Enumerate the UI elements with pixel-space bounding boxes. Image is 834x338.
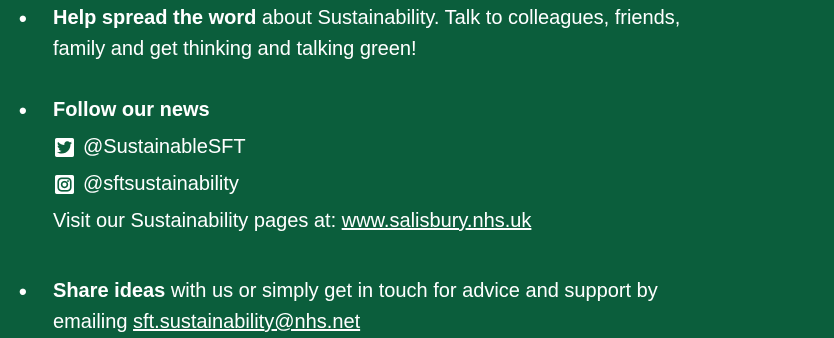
- follow-news-heading: Follow our news: [53, 99, 210, 121]
- spread-word-text: about Sustainability. Talk to colleagues…: [256, 7, 681, 29]
- instagram-icon[interactable]: [55, 175, 74, 194]
- share-ideas-line-1: Share ideas with us or simply get in tou…: [53, 276, 826, 307]
- spread-word-line-1: Help spread the word about Sustainabilit…: [53, 3, 826, 34]
- emailing-text: emailing: [53, 311, 134, 333]
- instagram-handle[interactable]: @sftsustainability: [83, 166, 239, 203]
- list-item-content: Follow our news @SustainableSFT @sftsust…: [53, 95, 826, 237]
- twitter-icon[interactable]: [55, 138, 74, 157]
- twitter-row[interactable]: @SustainableSFT: [53, 129, 826, 166]
- share-ideas-line-2: emailing sft.sustainability@nhs.net: [53, 307, 826, 338]
- bullet: •: [19, 98, 27, 123]
- list-item-content: Share ideas with us or simply get in tou…: [53, 276, 826, 338]
- visit-text: Visit our Sustainability pages at:: [53, 210, 342, 232]
- spread-word-heading: Help spread the word: [53, 7, 257, 29]
- share-ideas-text: with us or simply get in touch for advic…: [165, 280, 658, 302]
- instagram-row[interactable]: @sftsustainability: [53, 166, 826, 203]
- list-item-content: Help spread the word about Sustainabilit…: [53, 3, 826, 65]
- bullet: •: [19, 279, 27, 304]
- twitter-handle[interactable]: @SustainableSFT: [83, 129, 246, 166]
- visit-line: Visit our Sustainability pages at: www.s…: [53, 206, 826, 237]
- spread-word-line-2: family and get thinking and talking gree…: [53, 38, 417, 60]
- share-ideas-heading: Share ideas: [53, 280, 166, 302]
- website-link[interactable]: www.salisbury.nhs.uk: [342, 210, 532, 232]
- bullet: •: [19, 6, 27, 31]
- email-link[interactable]: sft.sustainability@nhs.net: [133, 311, 360, 333]
